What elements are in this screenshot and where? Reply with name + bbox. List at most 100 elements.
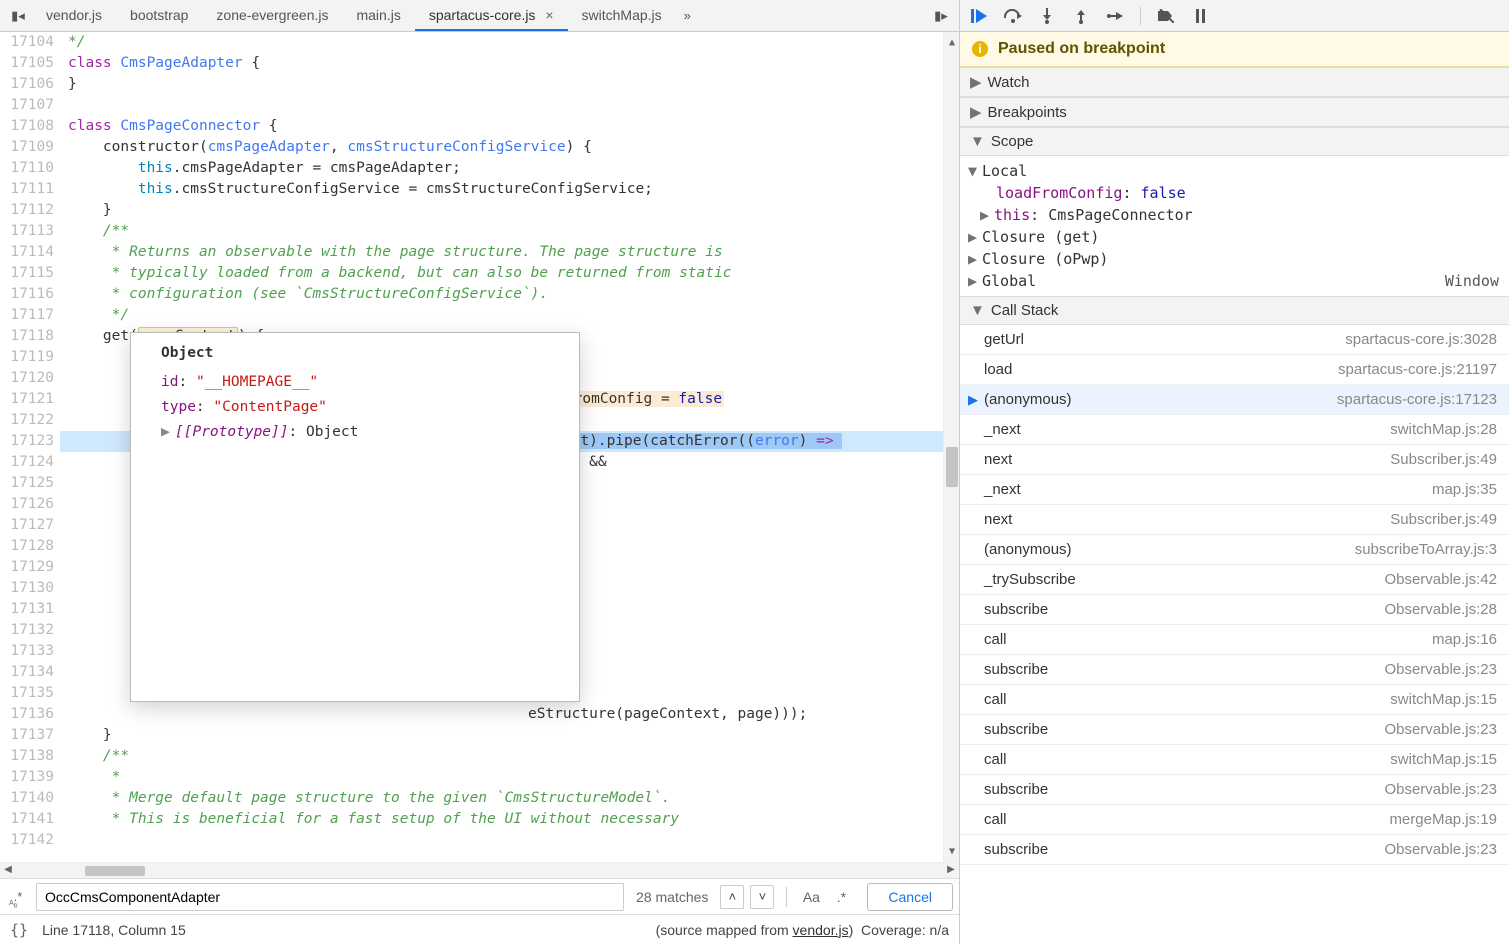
callstack-row[interactable]: subscribeObservable.js:28	[960, 595, 1509, 625]
line-number[interactable]: 17138	[0, 746, 54, 767]
line-number[interactable]: 17124	[0, 452, 54, 473]
scope-var[interactable]: loadFromConfig: false	[960, 182, 1509, 204]
scroll-right-icon[interactable]: ▶	[943, 864, 959, 875]
section-callstack[interactable]: ▼Call Stack	[960, 296, 1509, 325]
line-number[interactable]: 17130	[0, 578, 54, 599]
callstack-row[interactable]: _nextswitchMap.js:28	[960, 415, 1509, 445]
deactivate-breakpoints-icon[interactable]	[1157, 7, 1175, 25]
line-number[interactable]: 17123	[0, 431, 54, 452]
line-number[interactable]: 17114	[0, 242, 54, 263]
scope-closure[interactable]: ▶Closure (get)	[960, 226, 1509, 248]
line-number[interactable]: 17136	[0, 704, 54, 725]
callstack-row[interactable]: getUrlspartacus-core.js:3028	[960, 325, 1509, 355]
vertical-scrollbar[interactable]: ▲ ▼	[943, 32, 959, 862]
line-number[interactable]: 17122	[0, 410, 54, 431]
tooltip-row[interactable]: ▶[[Prototype]]: Object	[161, 422, 567, 443]
callstack-row[interactable]: (anonymous)subscribeToArray.js:3	[960, 535, 1509, 565]
callstack-row[interactable]: subscribeObservable.js:23	[960, 835, 1509, 865]
close-icon[interactable]: ×	[545, 7, 553, 23]
line-number[interactable]: 17139	[0, 767, 54, 788]
line-number[interactable]: 17125	[0, 473, 54, 494]
line-number[interactable]: 17120	[0, 368, 54, 389]
callstack-row[interactable]: _trySubscribeObservable.js:42	[960, 565, 1509, 595]
pretty-print-icon[interactable]: {}	[10, 921, 28, 939]
line-number[interactable]: 17132	[0, 620, 54, 641]
callstack-row[interactable]: nextSubscriber.js:49	[960, 505, 1509, 535]
callstack-row[interactable]: callmap.js:16	[960, 625, 1509, 655]
step-over-icon[interactable]	[1004, 7, 1022, 25]
prev-match-button[interactable]: ˄	[720, 885, 744, 909]
callstack-row[interactable]: _nextmap.js:35	[960, 475, 1509, 505]
line-number[interactable]: 17113	[0, 221, 54, 242]
case-sensitive-icon[interactable]: Aa	[799, 889, 823, 905]
scroll-thumb[interactable]	[946, 447, 958, 487]
line-number[interactable]: 17141	[0, 809, 54, 830]
scroll-thumb[interactable]	[85, 866, 145, 876]
callstack-row[interactable]: callmergeMap.js:19	[960, 805, 1509, 835]
pause-exceptions-icon[interactable]	[1191, 7, 1209, 25]
tab-bootstrap[interactable]: bootstrap	[116, 1, 202, 31]
callstack-row[interactable]: callswitchMap.js:15	[960, 685, 1509, 715]
line-number[interactable]: 17128	[0, 536, 54, 557]
line-number[interactable]: 17108	[0, 116, 54, 137]
scope-global[interactable]: ▶GlobalWindow	[960, 270, 1509, 292]
resume-icon[interactable]	[970, 7, 988, 25]
scope-closure[interactable]: ▶Closure (oPwp)	[960, 248, 1509, 270]
tab-zone[interactable]: zone-evergreen.js	[202, 1, 342, 31]
line-number[interactable]: 17109	[0, 137, 54, 158]
callstack-row[interactable]: nextSubscriber.js:49	[960, 445, 1509, 475]
line-number[interactable]: 17110	[0, 158, 54, 179]
callstack-row[interactable]: callswitchMap.js:15	[960, 745, 1509, 775]
scope-local[interactable]: ▼Local	[960, 160, 1509, 182]
line-number[interactable]: 17118	[0, 326, 54, 347]
regex-icon[interactable]: .*	[829, 889, 853, 905]
line-number[interactable]: 17142	[0, 830, 54, 851]
step-icon[interactable]	[1106, 7, 1124, 25]
search-input[interactable]	[36, 883, 624, 911]
code-editor[interactable]: 1710417105171061710717108171091711017111…	[0, 32, 959, 862]
line-number[interactable]: 17117	[0, 305, 54, 326]
regex-search-icon[interactable]: .*AB	[6, 889, 30, 904]
step-into-icon[interactable]	[1038, 7, 1056, 25]
line-number[interactable]: 17111	[0, 179, 54, 200]
line-number[interactable]: 17107	[0, 95, 54, 116]
tab-spartacus-core[interactable]: spartacus-core.js ×	[415, 1, 568, 31]
horizontal-scrollbar[interactable]: ◀ ▶	[0, 862, 959, 878]
mapped-link[interactable]: vendor.js	[793, 922, 849, 938]
line-number[interactable]: 17140	[0, 788, 54, 809]
line-number[interactable]: 17104	[0, 32, 54, 53]
line-number[interactable]: 17129	[0, 557, 54, 578]
section-watch[interactable]: ▶Watch	[960, 67, 1509, 97]
line-number[interactable]: 17135	[0, 683, 54, 704]
line-number[interactable]: 17134	[0, 662, 54, 683]
line-number[interactable]: 17127	[0, 515, 54, 536]
line-number[interactable]: 17137	[0, 725, 54, 746]
section-scope[interactable]: ▼Scope	[960, 127, 1509, 156]
callstack-row[interactable]: subscribeObservable.js:23	[960, 775, 1509, 805]
callstack-row[interactable]: subscribeObservable.js:23	[960, 715, 1509, 745]
scroll-down-icon[interactable]: ▼	[944, 841, 959, 862]
line-number[interactable]: 17112	[0, 200, 54, 221]
tab-switchmap[interactable]: switchMap.js	[568, 1, 676, 31]
tabs-overflow-icon[interactable]: »	[676, 2, 699, 29]
callstack-row[interactable]: loadspartacus-core.js:21197	[960, 355, 1509, 385]
more-tabs-icon[interactable]: ▮▸	[927, 8, 955, 24]
scope-this[interactable]: ▶this: CmsPageConnector	[960, 204, 1509, 226]
section-breakpoints[interactable]: ▶Breakpoints	[960, 97, 1509, 127]
callstack-row[interactable]: ▶(anonymous)spartacus-core.js:17123	[960, 385, 1509, 415]
sidebar-toggle-icon[interactable]: ▮◂	[4, 8, 32, 24]
tab-main[interactable]: main.js	[342, 1, 414, 31]
line-number[interactable]: 17131	[0, 599, 54, 620]
line-number[interactable]: 17121	[0, 389, 54, 410]
line-number[interactable]: 17116	[0, 284, 54, 305]
cancel-button[interactable]: Cancel	[867, 883, 953, 911]
value-tooltip[interactable]: Object id: "__HOMEPAGE__" type: "Content…	[130, 332, 580, 702]
line-number[interactable]: 17133	[0, 641, 54, 662]
line-number[interactable]: 17119	[0, 347, 54, 368]
tab-vendor[interactable]: vendor.js	[32, 1, 116, 31]
line-number[interactable]: 17105	[0, 53, 54, 74]
scroll-up-icon[interactable]: ▲	[944, 32, 959, 53]
next-match-button[interactable]: ˅	[750, 885, 774, 909]
callstack-row[interactable]: subscribeObservable.js:23	[960, 655, 1509, 685]
line-number[interactable]: 17106	[0, 74, 54, 95]
